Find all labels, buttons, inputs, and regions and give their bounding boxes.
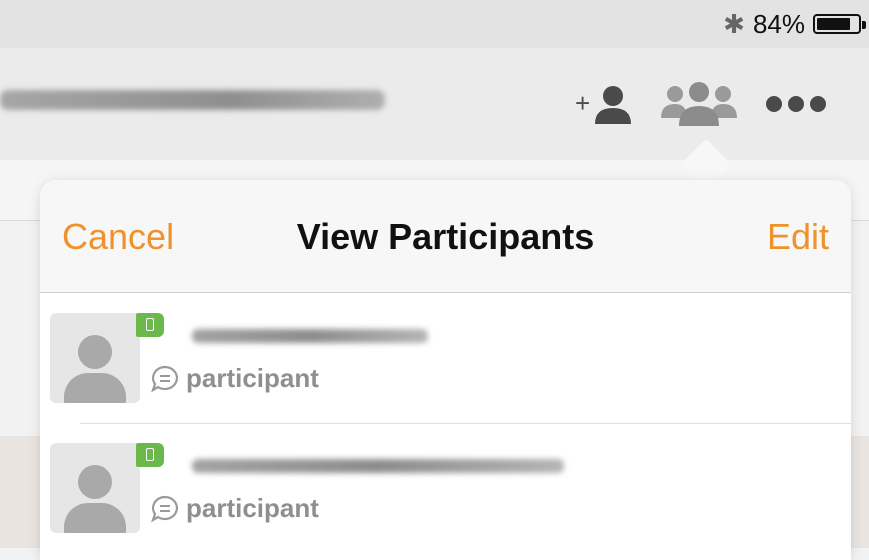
popover-title: View Participants [296,216,595,257]
participant-name-redacted [192,329,428,343]
more-dots-icon [766,96,826,112]
group-icon [661,82,737,126]
conversation-title-redacted [0,90,385,110]
add-person-icon: + [575,86,631,124]
row-divider [80,423,851,424]
participant-row[interactable]: participant [40,423,851,553]
edit-button[interactable]: Edit [767,216,829,258]
participant-role: participant [150,493,319,524]
participants-popover: Cancel View Participants Edit participan… [40,180,851,560]
participant-row[interactable]: participant [40,293,851,423]
battery-icon [813,14,866,34]
status-indicators: ✱ 84% [723,8,866,40]
battery-level [817,18,850,30]
participant-role-label: participant [186,493,319,523]
participant-role: participant [150,363,319,394]
more-options-button[interactable] [765,94,827,114]
avatar [50,443,140,533]
battery-percent: 84% [752,8,805,39]
chat-bubble-icon [151,365,178,392]
mobile-device-icon [136,443,164,467]
participant-role-label: participant [186,363,319,393]
bluetooth-icon: ✱ [723,8,745,39]
participant-name-redacted [192,459,564,473]
status-bar: ✱ 84% [0,0,869,48]
avatar [50,313,140,403]
svg-text:+: + [575,88,590,118]
chat-bubble-icon [151,495,178,522]
view-participants-button[interactable] [661,80,737,128]
toolbar-actions: + [575,80,827,128]
mobile-device-icon [136,313,164,337]
popover-header: Cancel View Participants Edit [40,180,851,293]
add-participant-button[interactable]: + [575,82,633,126]
